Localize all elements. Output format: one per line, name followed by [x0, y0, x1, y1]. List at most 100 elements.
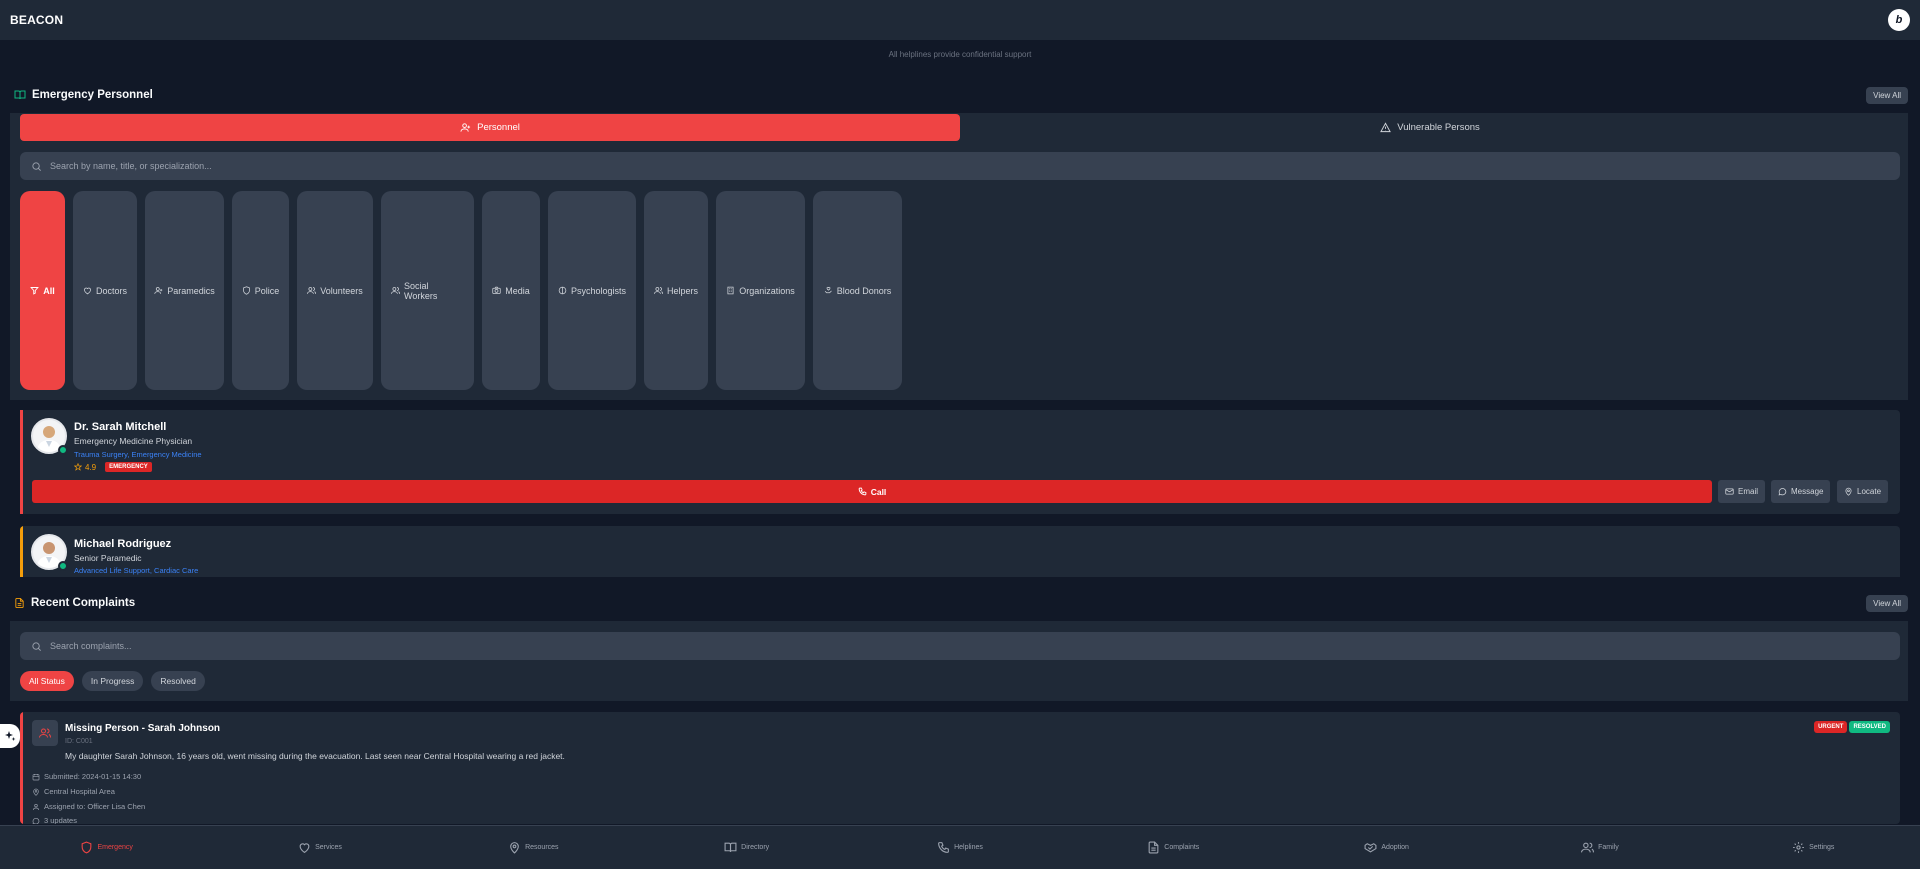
- tab-label: Personnel: [477, 122, 520, 133]
- nav-services[interactable]: Services: [213, 826, 426, 869]
- assistant-fab[interactable]: [0, 724, 20, 748]
- filter-psychologists[interactable]: Psychologists: [548, 191, 636, 390]
- nav-label: Directory: [741, 844, 770, 851]
- map-pin-icon: [508, 841, 521, 854]
- app-brand[interactable]: BEACON: [10, 13, 63, 27]
- sparkle-icon: [4, 730, 16, 742]
- filter-volunteers[interactable]: Volunteers: [297, 191, 373, 390]
- person-name: Dr. Sarah Mitchell: [74, 421, 167, 433]
- urgent-badge: URGENT: [1814, 721, 1848, 733]
- person-rating: 4.9 EMERGENCY: [74, 462, 152, 472]
- message-button[interactable]: Message: [1771, 480, 1831, 503]
- top-bar: BEACON b: [0, 0, 1920, 40]
- view-all-complaints-button[interactable]: View All: [1866, 594, 1908, 612]
- user-icon: [32, 803, 40, 811]
- view-all-personnel-button[interactable]: View All: [1866, 86, 1908, 104]
- personnel-search-input[interactable]: Search by name, title, or specialization…: [20, 152, 1900, 180]
- filter-helpers[interactable]: Helpers: [644, 191, 708, 390]
- filter-police[interactable]: Police: [232, 191, 289, 390]
- user-plus-icon: [154, 286, 163, 295]
- locate-label: Locate: [1857, 487, 1882, 496]
- person-title: Emergency Medicine Physician: [74, 436, 193, 446]
- filter-blood-donors[interactable]: Blood Donors: [813, 191, 902, 390]
- filter-label: Helpers: [667, 285, 699, 296]
- bottom-nav: Emergency Services Resources Directory H…: [0, 825, 1920, 869]
- online-status-dot: [58, 445, 68, 455]
- complaint-type-icon: [32, 720, 58, 746]
- person-title: Senior Paramedic: [74, 553, 142, 563]
- personnel-card[interactable]: Michael Rodriguez Senior Paramedic Advan…: [20, 526, 1900, 577]
- status-filter-all[interactable]: All Status: [20, 671, 74, 691]
- filter-media[interactable]: Media: [482, 191, 540, 390]
- filter-label: Blood Donors: [836, 285, 892, 296]
- filter-organizations[interactable]: Organizations: [716, 191, 805, 390]
- filter-paramedics[interactable]: Paramedics: [145, 191, 224, 390]
- complaint-card[interactable]: Missing Person - Sarah Johnson ID: C001 …: [20, 712, 1900, 824]
- users-icon: [1581, 841, 1595, 854]
- calendar-icon: [32, 773, 40, 781]
- email-button[interactable]: Email: [1718, 480, 1766, 503]
- filter-doctors[interactable]: Doctors: [73, 191, 137, 390]
- complaint-submitted: Submitted: 2024-01-15 14:30: [32, 772, 141, 781]
- message-label: Message: [1791, 487, 1824, 496]
- nav-label: Resources: [525, 844, 559, 851]
- mail-icon: [1725, 487, 1734, 496]
- users-icon: [307, 286, 317, 295]
- complaint-updates: 3 updates: [32, 816, 77, 824]
- filter-label: Media: [505, 285, 530, 296]
- nav-complaints[interactable]: Complaints: [1067, 826, 1280, 869]
- nav-label: Settings: [1809, 844, 1835, 851]
- locate-button[interactable]: Locate: [1837, 480, 1889, 503]
- star-icon: [74, 463, 82, 471]
- nav-resources[interactable]: Resources: [427, 826, 640, 869]
- filter-all[interactable]: All: [20, 191, 65, 390]
- filter-label: Doctors: [96, 285, 128, 296]
- nav-label: Helplines: [954, 844, 983, 851]
- location-text: Central Hospital Area: [44, 787, 115, 796]
- person-specialization: Advanced Life Support, Cardiac Care: [74, 566, 199, 575]
- nav-emergency[interactable]: Emergency: [0, 826, 213, 869]
- brain-icon: [558, 286, 567, 295]
- filter-social-workers[interactable]: Social Workers: [381, 191, 474, 390]
- complaint-id: ID: C001: [65, 738, 93, 745]
- tab-personnel[interactable]: Personnel: [20, 114, 960, 141]
- section-title: Emergency Personnel: [32, 89, 153, 101]
- search-icon: [31, 161, 42, 172]
- users-icon: [391, 286, 400, 295]
- search-icon: [31, 641, 42, 652]
- book-open-icon: [14, 89, 26, 101]
- complaints-section-header: Recent Complaints View All: [14, 593, 1908, 613]
- complaint-title: Missing Person - Sarah Johnson: [65, 723, 221, 734]
- map-pin-icon: [1844, 487, 1853, 496]
- tab-label: Vulnerable Persons: [1397, 122, 1480, 133]
- personnel-tabs: Personnel Vulnerable Persons: [20, 114, 1900, 141]
- users-icon: [654, 286, 663, 295]
- handshake-icon: [1364, 841, 1377, 854]
- status-filter-resolved[interactable]: Resolved: [151, 671, 205, 691]
- warning-icon: [1380, 122, 1392, 133]
- nav-family[interactable]: Family: [1493, 826, 1706, 869]
- camera-icon: [492, 286, 501, 295]
- filter-label: Social Workers: [404, 280, 438, 301]
- complaint-status-filters: All Status In Progress Resolved: [20, 671, 205, 691]
- resolved-badge: RESOLVED: [1849, 721, 1890, 733]
- filter-label: All: [43, 285, 55, 296]
- nav-adoption[interactable]: Adoption: [1280, 826, 1493, 869]
- nav-directory[interactable]: Directory: [640, 826, 853, 869]
- personnel-card[interactable]: Dr. Sarah Mitchell Emergency Medicine Ph…: [20, 410, 1900, 514]
- gear-icon: [1792, 841, 1805, 854]
- book-open-icon: [724, 841, 737, 854]
- filter-label: Volunteers: [320, 285, 363, 296]
- tab-vulnerable-persons[interactable]: Vulnerable Persons: [960, 114, 1900, 141]
- complaint-badges: URGENT RESOLVED: [1814, 721, 1890, 733]
- nav-helplines[interactable]: Helplines: [853, 826, 1066, 869]
- building-icon: [726, 286, 735, 295]
- profile-avatar[interactable]: b: [1888, 9, 1910, 31]
- confidential-notice: All helplines provide confidential suppo…: [888, 50, 1032, 59]
- status-filter-in-progress[interactable]: In Progress: [81, 671, 144, 691]
- nav-settings[interactable]: Settings: [1707, 826, 1920, 869]
- complaint-assigned: Assigned to: Officer Lisa Chen: [32, 802, 145, 811]
- call-button[interactable]: Call: [32, 480, 1712, 503]
- filter-label: Police: [254, 285, 280, 296]
- complaints-search-input[interactable]: Search complaints...: [20, 632, 1900, 660]
